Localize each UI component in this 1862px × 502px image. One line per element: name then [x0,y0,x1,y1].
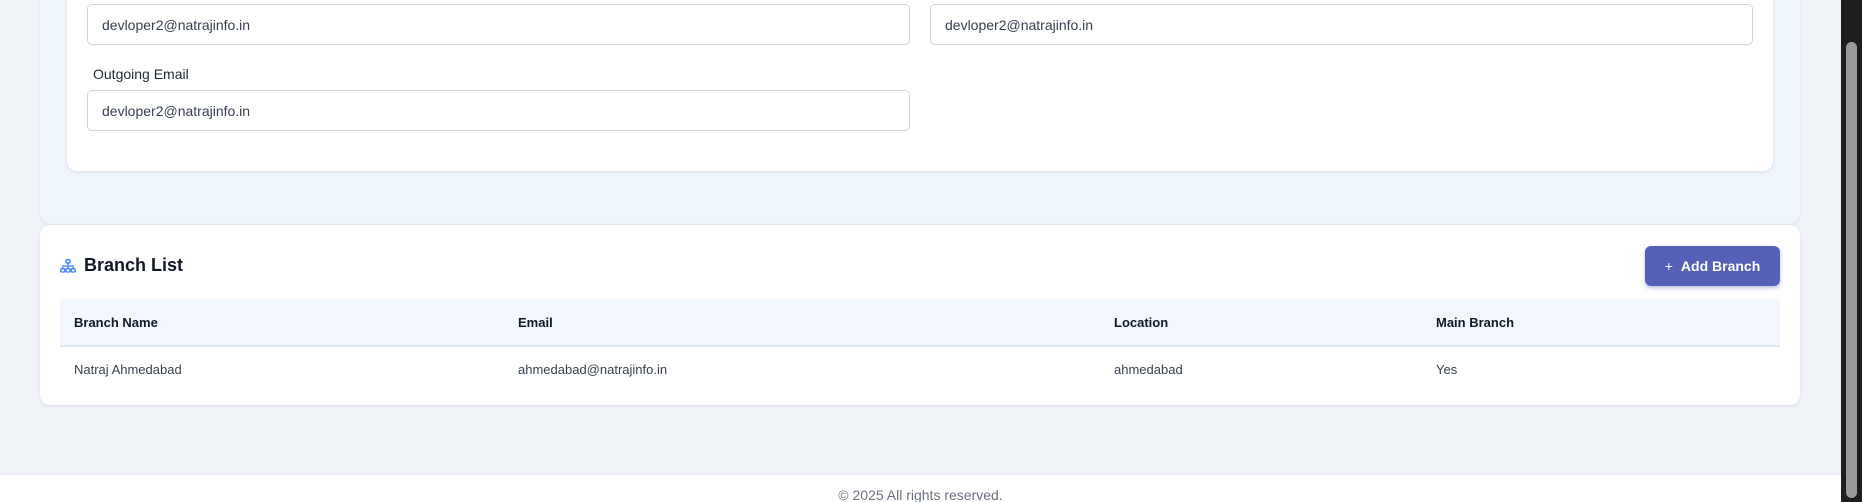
page-scrollbar[interactable] [1841,0,1862,502]
cell-email: ahmedabad@natrajinfo.in [518,361,668,377]
email-settings-card: Outgoing Email [67,0,1773,171]
table-row[interactable]: Natraj Ahmedabad ahmedabad@natrajinfo.in… [60,349,1780,389]
branch-list-header: Branch List [60,255,183,276]
email-field-right[interactable] [930,4,1753,45]
branch-list-title: Branch List [84,255,184,275]
cell-location: ahmedabad [1114,361,1183,377]
outgoing-email-label: Outgoing Email [93,66,189,82]
footer: © 2025 All rights reserved. [0,474,1841,502]
copyright-text: © 2025 All rights reserved. [838,487,1003,502]
branch-list-card: Branch List + Add Branch Branch Name Ema… [40,225,1800,405]
column-header-branch-name: Branch Name [74,314,158,330]
company-settings-section: Outgoing Email [40,0,1800,224]
page: Outgoing Email Branch List + Add Branch [0,0,1862,502]
cell-main-branch: Yes [1436,361,1458,377]
email-field-left[interactable] [87,4,910,45]
sitemap-icon [60,258,76,273]
cell-branch-name: Natraj Ahmedabad [74,361,182,377]
table-header: Branch Name Email Location Main Branch [60,299,1780,347]
outgoing-email-field[interactable] [87,90,910,131]
branch-table: Branch Name Email Location Main Branch N… [60,299,1780,389]
scrollbar-thumb[interactable] [1846,42,1857,498]
column-header-email: Email [518,314,553,330]
column-header-location: Location [1114,314,1169,330]
add-branch-label: Add Branch [1680,258,1761,274]
plus-icon: + [1664,258,1673,274]
column-header-main-branch: Main Branch [1436,314,1515,330]
add-branch-button[interactable]: + Add Branch [1645,246,1780,286]
